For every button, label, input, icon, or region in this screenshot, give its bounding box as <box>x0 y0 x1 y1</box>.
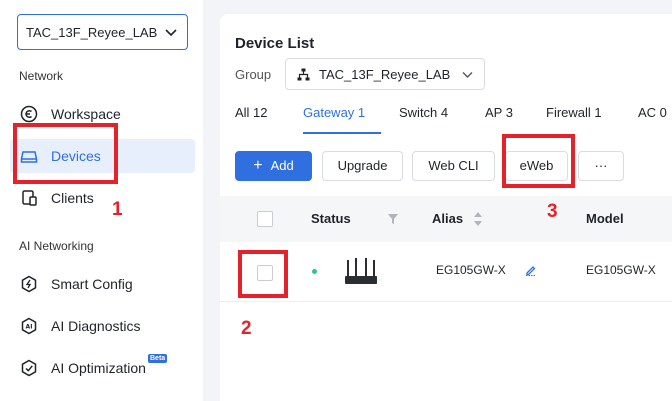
annotation-highlight-3 <box>502 134 575 188</box>
workspace-icon <box>20 105 38 123</box>
sidebar: TAC_13F_Reyee_LAB Network Workspace Devi… <box>0 0 203 401</box>
sidebar-item-label: AI Diagnostics <box>51 318 141 334</box>
sidebar-item-label: AI Optimization <box>51 360 146 376</box>
tab-all[interactable]: All 12 <box>235 105 268 120</box>
select-all-checkbox[interactable] <box>257 211 273 227</box>
more-button[interactable]: ··· <box>578 151 624 181</box>
topology-icon <box>297 68 310 81</box>
chevron-down-icon <box>462 72 473 78</box>
tab-firewall[interactable]: Firewall 1 <box>546 105 602 120</box>
device-list-card: Device List Group TAC_13F_Reyee_LAB All … <box>220 14 672 401</box>
beta-badge: Beta <box>148 354 168 363</box>
sidebar-item-smart-config[interactable]: Smart Config <box>10 267 195 301</box>
filter-icon[interactable] <box>388 214 398 224</box>
annotation-number-1: 1 <box>112 199 123 220</box>
section-label-ai-networking: AI Networking <box>19 239 94 253</box>
annotation-number-3: 3 <box>547 201 558 222</box>
ai-diagnostics-icon: AI <box>21 317 37 335</box>
group-select-value: TAC_13F_Reyee_LAB <box>319 67 451 82</box>
section-label-network: Network <box>19 69 64 83</box>
upgrade-button[interactable]: Upgrade <box>322 151 403 181</box>
network-select[interactable]: TAC_13F_Reyee_LAB <box>17 14 188 50</box>
svg-text:AI: AI <box>26 324 33 331</box>
annotation-highlight-2 <box>238 250 288 298</box>
annotation-highlight-1 <box>13 123 118 184</box>
sidebar-item-ai-optimization[interactable]: AI Optimization Beta <box>10 351 195 385</box>
annotation-number-2: 2 <box>241 318 252 339</box>
group-select[interactable]: TAC_13F_Reyee_LAB <box>285 58 485 90</box>
network-select-value: TAC_13F_Reyee_LAB <box>26 25 158 40</box>
row-model: EG105GW-X <box>586 263 656 277</box>
status-online-indicator <box>312 269 317 274</box>
edit-icon[interactable] <box>525 264 537 276</box>
page-title: Device List <box>235 35 315 52</box>
group-label: Group <box>235 67 272 82</box>
clients-icon <box>22 190 37 206</box>
chevron-down-icon <box>165 29 177 37</box>
active-tab-indicator <box>303 132 381 134</box>
sidebar-item-label: Workspace <box>51 106 121 122</box>
add-button-label: Add <box>270 158 294 173</box>
plus-icon: + <box>253 157 263 174</box>
column-header-alias: Alias <box>432 211 464 226</box>
column-header-model: Model <box>586 211 624 226</box>
tab-ap[interactable]: AP 3 <box>485 105 513 120</box>
column-header-status: Status <box>311 211 351 226</box>
tab-switch[interactable]: Switch 4 <box>399 105 448 120</box>
sidebar-item-clients[interactable]: Clients <box>10 181 195 215</box>
table-header: Status Alias Model <box>220 196 672 242</box>
row-alias: EG105GW-X <box>436 263 506 277</box>
web-cli-button[interactable]: Web CLI <box>412 151 495 181</box>
smart-config-icon <box>21 275 37 293</box>
tab-ac[interactable]: AC 0 <box>638 105 667 120</box>
ai-optimization-icon <box>21 359 37 377</box>
sidebar-item-label: Smart Config <box>51 276 133 292</box>
device-type-tabs: All 12 Gateway 1 Switch 4 AP 3 Firewall … <box>235 102 672 136</box>
sidebar-item-ai-diagnostics[interactable]: AI AI Diagnostics <box>10 309 195 343</box>
sort-icon[interactable] <box>474 212 482 226</box>
sidebar-item-label: Clients <box>51 190 94 206</box>
tab-gateway[interactable]: Gateway 1 <box>303 105 365 120</box>
router-icon <box>345 258 377 284</box>
add-button[interactable]: + Add <box>235 151 312 181</box>
